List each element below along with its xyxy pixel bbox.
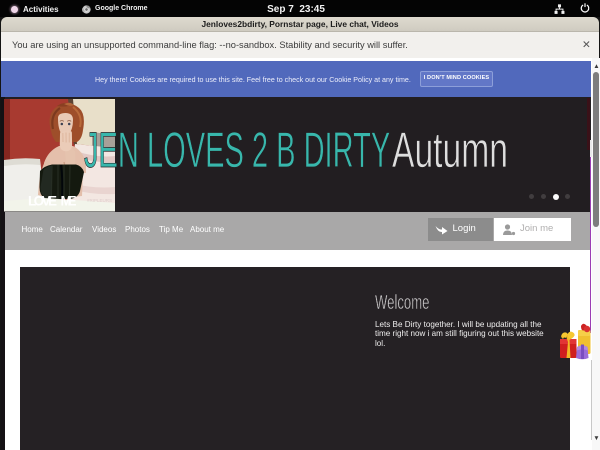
svg-text:#RIPLEURS: #RIPLEURS bbox=[87, 198, 112, 203]
svg-text:LOVE: LOVE bbox=[28, 194, 57, 209]
svg-text:ME: ME bbox=[61, 194, 77, 209]
